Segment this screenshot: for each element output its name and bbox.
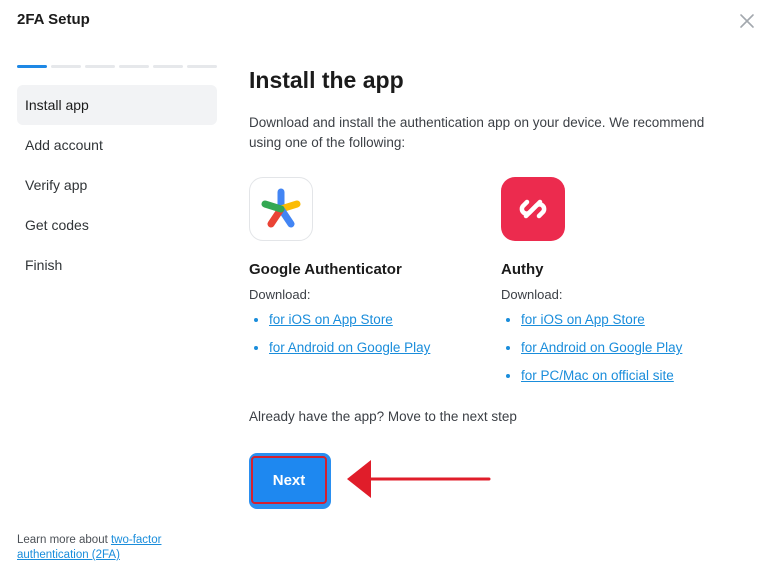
authy-desktop-link[interactable]: for PC/Mac on official site (521, 368, 674, 383)
dialog-title: 2FA Setup (17, 11, 90, 28)
list-item: for iOS on App Store (521, 306, 731, 334)
progress-segment (51, 65, 81, 68)
app-name: Google Authenticator (249, 261, 402, 278)
authy-android-link[interactable]: for Android on Google Play (521, 340, 682, 355)
app-name: Authy (501, 261, 544, 278)
google-authenticator-icon (261, 188, 301, 228)
google-authenticator-logo (249, 177, 313, 241)
download-links: for iOS on App Store for Android on Goog… (501, 306, 731, 390)
google-android-link[interactable]: for Android on Google Play (269, 340, 430, 355)
progress-bar (17, 65, 217, 68)
list-item: for PC/Mac on official site (521, 362, 731, 390)
google-ios-link[interactable]: for iOS on App Store (269, 312, 393, 327)
authy-logo (501, 177, 565, 241)
list-item: for iOS on App Store (269, 306, 479, 334)
already-have-app-text: Already have the app? Move to the next s… (249, 409, 517, 424)
list-item: for Android on Google Play (269, 334, 479, 362)
app-card-authy: Authy Download: for iOS on App Store for… (501, 177, 731, 390)
page-title: Install the app (249, 67, 404, 93)
step-install-app[interactable]: Install app (17, 85, 217, 125)
authy-icon (519, 199, 547, 219)
step-list: Install app Add account Verify app Get c… (17, 85, 217, 285)
close-button[interactable] (735, 9, 759, 33)
app-card-google: Google Authenticator Download: for iOS o… (249, 177, 479, 362)
learn-more-text: Learn more about two-factor authenticati… (17, 533, 207, 563)
progress-segment (119, 65, 149, 68)
list-item: for Android on Google Play (521, 334, 731, 362)
step-get-codes[interactable]: Get codes (17, 205, 217, 245)
download-label: Download: (501, 287, 563, 302)
step-verify-app[interactable]: Verify app (17, 165, 217, 205)
progress-segment (85, 65, 115, 68)
download-links: for iOS on App Store for Android on Goog… (249, 306, 479, 362)
download-label: Download: (249, 287, 311, 302)
progress-segment (187, 65, 217, 68)
progress-segment (153, 65, 183, 68)
step-add-account[interactable]: Add account (17, 125, 217, 165)
next-button[interactable]: Next (251, 456, 327, 504)
intro-text: Download and install the authentication … (249, 115, 705, 150)
step-finish[interactable]: Finish (17, 245, 217, 285)
arrow-annotation-icon (347, 460, 491, 498)
authy-ios-link[interactable]: for iOS on App Store (521, 312, 645, 327)
close-icon (740, 14, 754, 28)
progress-segment (17, 65, 47, 68)
learn-more-prefix: Learn more about (17, 534, 111, 546)
